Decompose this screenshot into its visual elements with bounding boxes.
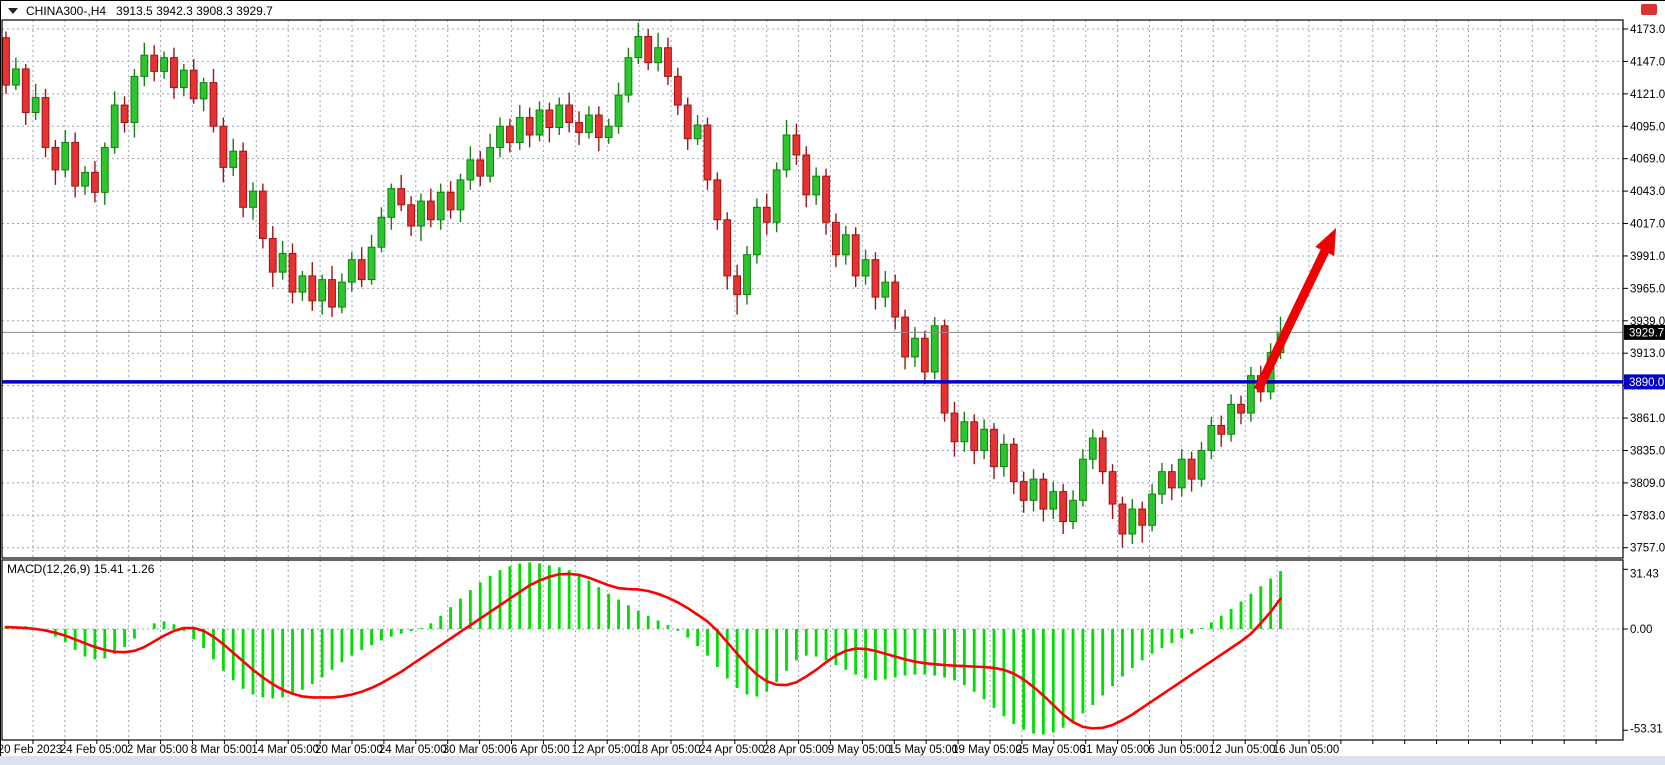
svg-text:9 May 05:00: 9 May 05:00 (828, 744, 891, 756)
svg-text:4147.0: 4147.0 (1630, 56, 1665, 68)
svg-text:3913.0: 3913.0 (1630, 348, 1665, 360)
mt4-chart-window: CHINA300-,H4 3913.5 3942.3 3908.3 3929.7… (0, 0, 1665, 765)
arrow-shaft (1258, 248, 1326, 390)
trend-arrow-annotation[interactable] (1258, 228, 1336, 390)
svg-text:3861.0: 3861.0 (1630, 413, 1665, 425)
svg-text:3929.7: 3929.7 (1629, 327, 1664, 339)
svg-text:3991.0: 3991.0 (1630, 251, 1665, 263)
grid-lines (2, 20, 1623, 740)
svg-text:18 Apr 05:00: 18 Apr 05:00 (635, 744, 700, 756)
svg-text:3809.0: 3809.0 (1630, 478, 1665, 490)
svg-text:4095.0: 4095.0 (1630, 121, 1665, 133)
macd-histogram (6, 563, 1281, 735)
svg-text:6 Apr 05:00: 6 Apr 05:00 (511, 744, 570, 756)
svg-text:12 Apr 05:00: 12 Apr 05:00 (572, 744, 637, 756)
symbol-timeframe-label: CHINA300-,H4 (26, 4, 106, 18)
axes-labels: 4173.0 4147.0 4121.0 4095.0 4069.0 4043.0 4017… (0, 24, 1665, 756)
svg-text:16 Jun 05:00: 16 Jun 05:00 (1273, 744, 1340, 756)
chart-canvas[interactable]: 4173.0 4147.0 4121.0 4095.0 4069.0 4043.0 4017… (0, 0, 1665, 765)
svg-text:14 Mar 05:00: 14 Mar 05:00 (251, 744, 319, 756)
chart-header: CHINA300-,H4 3913.5 3942.3 3908.3 3929.7 (8, 3, 273, 19)
svg-text:25 May 05:00: 25 May 05:00 (1016, 744, 1086, 756)
svg-text:-53.31: -53.31 (1630, 723, 1663, 735)
svg-text:24 Mar 05:00: 24 Mar 05:00 (379, 744, 447, 756)
svg-text:4017.0: 4017.0 (1630, 219, 1665, 231)
alert-marker (1641, 4, 1657, 15)
candlestick-series (3, 23, 1284, 548)
svg-text:3965.0: 3965.0 (1630, 283, 1665, 295)
svg-text:31 May 05:00: 31 May 05:00 (1080, 744, 1150, 756)
indicator-label: MACD(12,26,9) 15.41 -1.26 (7, 562, 154, 576)
svg-text:3835.0: 3835.0 (1630, 445, 1665, 457)
svg-text:20 Mar 05:00: 20 Mar 05:00 (315, 744, 383, 756)
svg-text:30 Mar 05:00: 30 Mar 05:00 (443, 744, 511, 756)
price-lines[interactable] (2, 332, 1623, 382)
svg-text:3890.0: 3890.0 (1629, 377, 1664, 389)
svg-text:4173.0: 4173.0 (1630, 24, 1665, 36)
symbol-dropdown-icon[interactable] (8, 8, 18, 14)
svg-text:2 Mar 05:00: 2 Mar 05:00 (127, 744, 188, 756)
svg-text:15 May 05:00: 15 May 05:00 (888, 744, 958, 756)
svg-text:4069.0: 4069.0 (1630, 154, 1665, 166)
macd-signal-line (6, 574, 1281, 728)
svg-text:6 Jun 05:00: 6 Jun 05:00 (1148, 744, 1208, 756)
arrow-head (1315, 228, 1336, 256)
svg-text:31.43: 31.43 (1630, 568, 1659, 580)
svg-text:4121.0: 4121.0 (1630, 89, 1665, 101)
svg-text:3757.0: 3757.0 (1630, 543, 1665, 555)
svg-text:20 Feb 2023: 20 Feb 2023 (0, 744, 62, 756)
svg-text:24 Apr 05:00: 24 Apr 05:00 (699, 744, 764, 756)
svg-text:12 Jun 05:00: 12 Jun 05:00 (1209, 744, 1276, 756)
svg-text:24 Feb 05:00: 24 Feb 05:00 (60, 744, 128, 756)
svg-text:19 May 05:00: 19 May 05:00 (952, 744, 1022, 756)
ohlc-readout: 3913.5 3942.3 3908.3 3929.7 (116, 4, 273, 18)
svg-text:4043.0: 4043.0 (1630, 186, 1665, 198)
svg-text:8 Mar 05:00: 8 Mar 05:00 (191, 744, 252, 756)
svg-text:3783.0: 3783.0 (1630, 510, 1665, 522)
pane-borders (2, 20, 1623, 740)
svg-text:0.00: 0.00 (1630, 624, 1652, 636)
svg-text:28 Apr 05:00: 28 Apr 05:00 (763, 744, 828, 756)
